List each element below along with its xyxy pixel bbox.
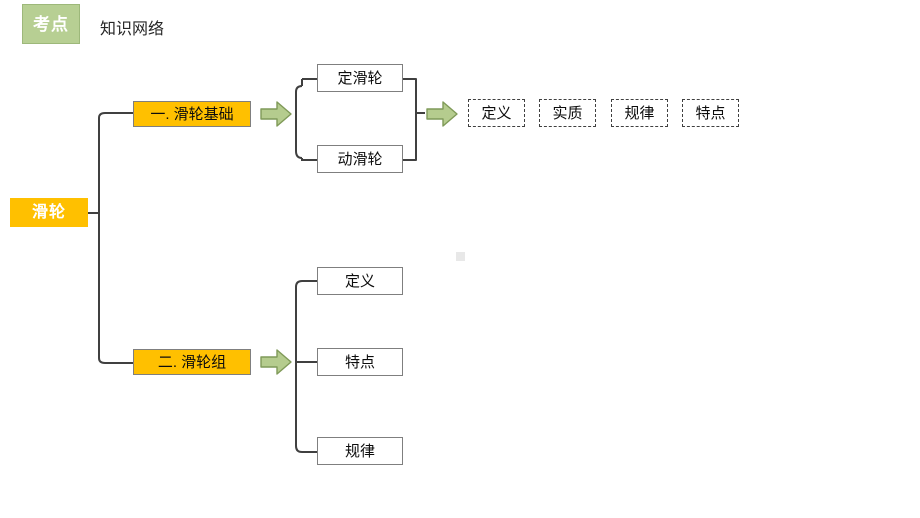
node-movable-pulley[interactable]: 动滑轮 xyxy=(317,145,403,173)
branch-node-pulley-system[interactable]: 二. 滑轮组 xyxy=(133,349,251,375)
page-title: 知识网络 xyxy=(100,21,165,38)
artifact-marker xyxy=(456,252,465,261)
node-attribute-essence-label: 实质 xyxy=(552,104,583,122)
node-attribute-essence[interactable]: 实质 xyxy=(539,99,596,127)
branch-node-pulley-basics[interactable]: 一. 滑轮基础 xyxy=(133,101,251,127)
node-system-definition-label: 定义 xyxy=(344,272,375,290)
node-attribute-law-label: 规律 xyxy=(624,104,655,122)
node-fixed-pulley[interactable]: 定滑轮 xyxy=(317,64,403,92)
node-attribute-definition[interactable]: 定义 xyxy=(468,99,525,127)
node-attribute-feature[interactable]: 特点 xyxy=(682,99,739,127)
node-movable-pulley-label: 动滑轮 xyxy=(337,150,383,168)
node-fixed-pulley-label: 定滑轮 xyxy=(337,69,383,87)
section-badge: 考点 xyxy=(22,4,80,44)
node-attribute-feature-label: 特点 xyxy=(695,104,726,122)
root-node-pulley[interactable]: 滑轮 xyxy=(10,198,88,227)
right-arrow-icon-to-pulley-system xyxy=(260,349,292,375)
node-system-feature[interactable]: 特点 xyxy=(317,348,403,376)
section-badge-label: 考点 xyxy=(33,14,69,34)
branch-node-pulley-basics-label: 一. 滑轮基础 xyxy=(150,105,234,123)
node-system-law-label: 规律 xyxy=(344,442,375,460)
node-attribute-definition-label: 定义 xyxy=(481,104,512,122)
node-attribute-law[interactable]: 规律 xyxy=(611,99,668,127)
root-node-label: 滑轮 xyxy=(31,203,66,221)
right-arrow-icon-to-pulley-basics xyxy=(260,101,292,127)
branch-node-pulley-system-label: 二. 滑轮组 xyxy=(157,353,227,371)
node-system-law[interactable]: 规律 xyxy=(317,437,403,465)
right-arrow-icon-to-attributes xyxy=(426,101,458,127)
node-system-feature-label: 特点 xyxy=(344,353,375,371)
node-system-definition[interactable]: 定义 xyxy=(317,267,403,295)
knowledge-map-slide: 考点 知识网络 滑轮 一. 滑轮基础 二. 滑轮组 定滑轮 动滑轮 定义 实质 … xyxy=(0,0,920,518)
